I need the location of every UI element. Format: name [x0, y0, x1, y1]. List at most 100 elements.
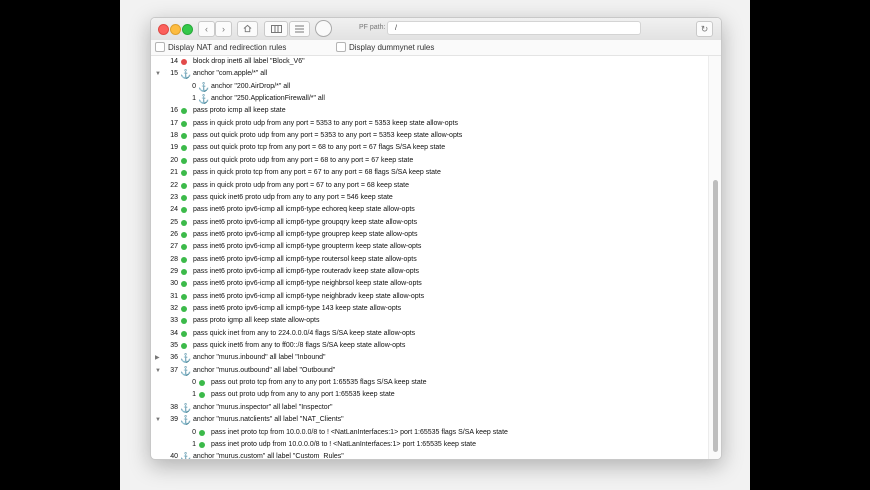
- list-view-button[interactable]: [289, 21, 310, 37]
- pf-rules-window: ‹ › PF path: / ↻ Display NAT and redirec…: [150, 17, 722, 460]
- rule-row[interactable]: 23 pass quick inet6 proto udp from any to…: [151, 192, 707, 204]
- pass-status-dot-icon: [181, 343, 187, 350]
- disclosure-open-icon[interactable]: ▼: [155, 414, 161, 426]
- rule-row[interactable]: ▼ 37 ⚓ anchor "murus.outbound" all label "O…: [151, 365, 707, 377]
- rule-row[interactable]: 1 pass inet proto udp from 10.0.0.0/8 to …: [151, 439, 707, 451]
- disclosure-closed-icon[interactable]: ▶: [155, 352, 160, 364]
- rule-text: pass inet6 proto ipv6-icmp all icmp6-typ…: [193, 243, 422, 251]
- rule-text: pass in quick proto udp from any port = …: [193, 119, 458, 127]
- rule-text: pass proto icmp all keep state: [193, 107, 286, 115]
- pass-status-dot-icon: [181, 244, 187, 251]
- disclosure-open-icon[interactable]: ▼: [155, 68, 161, 80]
- rule-row[interactable]: 14 block drop inet6 all label "Block_V6": [151, 56, 707, 68]
- scrollbar-thumb[interactable]: [713, 180, 718, 452]
- rule-text: pass inet6 proto ipv6-icmp all icmp6-typ…: [193, 292, 425, 300]
- rule-text: anchor "com.apple/*" all: [193, 70, 268, 78]
- rule-row[interactable]: 17 pass in quick proto udp from any port …: [151, 118, 707, 130]
- rule-number: 37: [170, 366, 178, 374]
- display-options-bar: Display NAT and redirection rules Displa…: [151, 40, 721, 56]
- rule-row[interactable]: 34 pass quick inet from any to 224.0.0.0/…: [151, 328, 707, 340]
- rule-number: 27: [170, 243, 178, 251]
- pass-status-dot-icon: [181, 293, 187, 300]
- disclosure-open-icon[interactable]: ▼: [155, 365, 161, 377]
- rule-row[interactable]: 20 pass out quick proto udp from any port…: [151, 155, 707, 167]
- rule-row[interactable]: ▼ 39 ⚓ anchor "murus.natclients" all label …: [151, 414, 707, 426]
- rule-number: 1: [192, 440, 196, 448]
- rule-text: pass out quick proto udp from any port =…: [193, 132, 463, 140]
- rule-number: 1: [192, 391, 196, 399]
- rule-row[interactable]: 18 pass out quick proto udp from any port…: [151, 130, 707, 142]
- rule-row[interactable]: 33 pass proto igmp all keep state allow-o…: [151, 315, 707, 327]
- rule-row[interactable]: 28 pass inet6 proto ipv6-icmp all icmp6-t…: [151, 254, 707, 266]
- anchor-icon: ⚓: [180, 365, 192, 376]
- chevron-left-icon: ‹: [205, 24, 208, 34]
- home-button[interactable]: [237, 21, 258, 37]
- display-dummynet-label: Display dummynet rules: [349, 42, 435, 52]
- rule-text: pass inet6 proto ipv6-icmp all icmp6-typ…: [193, 206, 415, 214]
- rule-text: block drop inet6 all label "Block_V6": [193, 58, 305, 65]
- anchor-icon: ⚓: [198, 81, 210, 92]
- pass-status-dot-icon: [181, 170, 187, 177]
- display-nat-checkbox[interactable]: Display NAT and redirection rules: [155, 42, 286, 52]
- pass-status-dot-icon: [181, 256, 187, 263]
- display-dummynet-checkbox[interactable]: Display dummynet rules: [336, 42, 434, 52]
- anchor-icon: ⚓: [180, 69, 192, 80]
- rule-text: pass inet6 proto ipv6-icmp all icmp6-typ…: [193, 280, 422, 288]
- rule-row[interactable]: 1 ⚓ anchor "250.ApplicationFirewall/*" all: [151, 93, 707, 105]
- rule-row[interactable]: 24 pass inet6 proto ipv6-icmp all icmp6-t…: [151, 204, 707, 216]
- pass-status-dot-icon: [181, 194, 187, 201]
- rule-number: 35: [170, 342, 178, 350]
- rule-text: pass out quick proto udp from any port =…: [193, 156, 414, 164]
- pass-status-dot-icon: [199, 380, 205, 387]
- rule-row[interactable]: 32 pass inet6 proto ipv6-icmp all icmp6-t…: [151, 303, 707, 315]
- rule-row[interactable]: 26 pass inet6 proto ipv6-icmp all icmp6-t…: [151, 229, 707, 241]
- rule-text: pass out proto udp from any to any port …: [211, 391, 395, 399]
- pf-path-label: PF path:: [359, 24, 386, 31]
- rule-number: 0: [192, 428, 196, 436]
- rule-row[interactable]: 0 pass inet proto tcp from 10.0.0.0/8 to …: [151, 427, 707, 439]
- rule-row[interactable]: 25 pass inet6 proto ipv6-icmp all icmp6-t…: [151, 217, 707, 229]
- rule-row[interactable]: 31 pass inet6 proto ipv6-icmp all icmp6-t…: [151, 291, 707, 303]
- rule-number: 30: [170, 280, 178, 288]
- rule-row[interactable]: 35 pass quick inet6 from any to ff00::/8 …: [151, 340, 707, 352]
- reload-button[interactable]: ↻: [696, 21, 713, 37]
- close-button[interactable]: [158, 24, 169, 35]
- checkbox-box: [336, 42, 346, 52]
- vertical-scrollbar[interactable]: [708, 56, 721, 459]
- rule-row[interactable]: 0 ⚓ anchor "200.AirDrop/*" all: [151, 81, 707, 93]
- rule-number: 18: [170, 132, 178, 140]
- rule-text: pass inet6 proto ipv6-icmp all icmp6-typ…: [193, 255, 417, 263]
- rule-row[interactable]: 30 pass inet6 proto ipv6-icmp all icmp6-t…: [151, 278, 707, 290]
- pass-status-dot-icon: [181, 133, 187, 140]
- rule-row[interactable]: 29 pass inet6 proto ipv6-icmp all icmp6-t…: [151, 266, 707, 278]
- forward-button[interactable]: ›: [215, 21, 232, 37]
- rule-row[interactable]: ▶ 36 ⚓ anchor "murus.inbound" all label "In…: [151, 352, 707, 364]
- back-button[interactable]: ‹: [198, 21, 215, 37]
- anchor-icon: ⚓: [198, 94, 210, 105]
- zoom-button[interactable]: [182, 24, 193, 35]
- rule-number: 33: [170, 317, 178, 325]
- rule-row[interactable]: 1 pass out proto udp from any to any port…: [151, 389, 707, 401]
- pass-status-dot-icon: [181, 145, 187, 152]
- rule-row[interactable]: 22 pass in quick proto udp from any port …: [151, 180, 707, 192]
- rule-row[interactable]: 16 pass proto icmp all keep state: [151, 105, 707, 117]
- rule-row[interactable]: 19 pass out quick proto tcp from any port…: [151, 142, 707, 154]
- minimize-button[interactable]: [170, 24, 181, 35]
- rule-number: 19: [170, 144, 178, 152]
- pf-path-field[interactable]: /: [387, 21, 641, 35]
- rule-row[interactable]: 40 ⚓ anchor "murus.custom" all label "Cust…: [151, 451, 707, 459]
- rule-number: 28: [170, 255, 178, 263]
- rule-number: 38: [170, 403, 178, 411]
- chevron-right-icon: ›: [222, 24, 225, 34]
- rule-text: pass quick inet6 proto udp from any to a…: [193, 193, 393, 201]
- rule-row[interactable]: 21 pass in quick proto tcp from any port …: [151, 167, 707, 179]
- rule-text: pass quick inet6 from any to ff00::/8 fl…: [193, 342, 406, 350]
- rule-row[interactable]: 0 pass out proto tcp from any to any port…: [151, 377, 707, 389]
- rule-number: 36: [170, 354, 178, 362]
- rule-row[interactable]: ▼ 15 ⚓ anchor "com.apple/*" all: [151, 68, 707, 80]
- rule-row[interactable]: 38 ⚓ anchor "murus.inspector" all label "I…: [151, 402, 707, 414]
- rule-number: 34: [170, 329, 178, 337]
- rule-row[interactable]: 27 pass inet6 proto ipv6-icmp all icmp6-t…: [151, 241, 707, 253]
- columns-view-button[interactable]: [264, 21, 288, 37]
- rule-number: 0: [192, 379, 196, 387]
